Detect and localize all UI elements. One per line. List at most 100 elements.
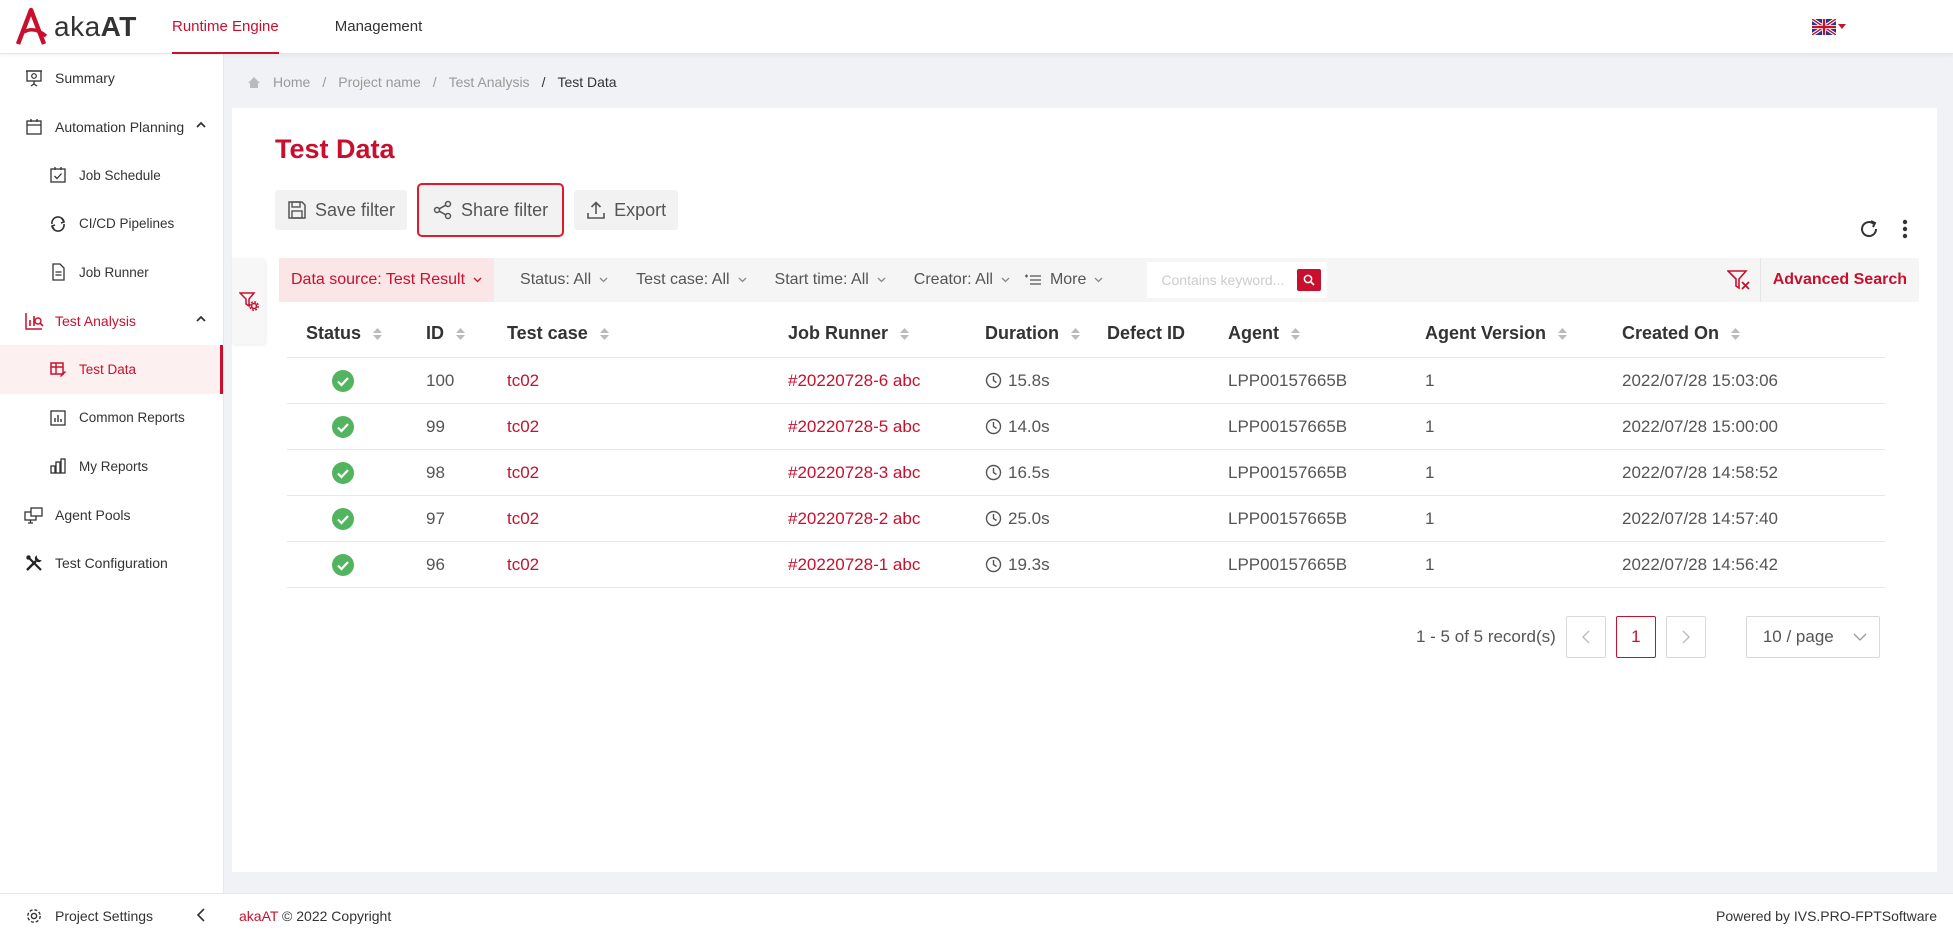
sidebar-item-cicd-pipelines[interactable]: CI/CD Pipelines	[0, 200, 223, 249]
agent-cell: LPP00157665B	[1228, 370, 1348, 390]
column-job-runner[interactable]: Job Runner	[788, 323, 985, 344]
sidebar-item-my-reports[interactable]: My Reports	[0, 442, 223, 491]
table-header: Status ID Test case Job Runner Duration …	[287, 310, 1885, 358]
sidebar-item-test-data[interactable]: Test Data	[0, 345, 223, 394]
more-filters[interactable]: More	[1024, 258, 1117, 302]
sidebar-item-label: Project Settings	[55, 907, 154, 924]
filter-actions: Advanced Search	[1719, 258, 1919, 302]
analysis-chart-icon	[23, 310, 45, 332]
language-selector[interactable]	[1812, 19, 1846, 35]
page-1-button[interactable]: 1	[1615, 616, 1656, 658]
created-on-cell: 2022/07/28 14:57:40	[1622, 508, 1778, 528]
sidebar-item-automation-planning[interactable]: Automation Planning	[0, 103, 223, 152]
advanced-search-button[interactable]: Advanced Search	[1761, 271, 1919, 289]
created-on-cell: 2022/07/28 14:58:52	[1622, 462, 1778, 482]
sidebar-item-label: CI/CD Pipelines	[79, 216, 175, 232]
record-summary: 1 - 5 of 5 record(s)	[1416, 627, 1556, 646]
sidebar-item-job-runner[interactable]: Job Runner	[0, 248, 223, 297]
sidebar-item-label: Test Configuration	[55, 555, 168, 572]
prev-page-button[interactable]	[1565, 616, 1606, 658]
test-case-link[interactable]: tc02	[507, 463, 788, 483]
table-row[interactable]: 96 tc02 #20220728-1 abc 19.3s LPP00157665B 1 2…	[287, 542, 1885, 588]
export-button[interactable]: Export	[574, 190, 679, 230]
job-runner-link[interactable]: #20220728-2 abc	[788, 509, 985, 529]
share-icon	[433, 200, 452, 220]
sidebar-item-test-configuration[interactable]: Test Configuration	[0, 539, 223, 588]
sidebar-item-common-reports[interactable]: Common Reports	[0, 394, 223, 443]
sidebar-item-summary[interactable]: Summary	[0, 54, 223, 103]
column-status[interactable]: Status	[287, 323, 416, 344]
sidebar-item-label: Automation Planning	[55, 118, 185, 135]
page-size-select[interactable]: 10 / page	[1745, 616, 1880, 658]
column-created-on[interactable]: Created On	[1622, 323, 1885, 344]
id-cell: 97	[426, 508, 445, 528]
test-case-filter[interactable]: Test case: All	[622, 258, 760, 302]
creator-filter[interactable]: Creator: All	[900, 258, 1024, 302]
test-case-link[interactable]: tc02	[507, 417, 788, 437]
more-vertical-icon[interactable]	[1902, 218, 1908, 240]
chevron-down-icon	[1001, 277, 1010, 283]
next-page-button[interactable]	[1665, 616, 1706, 658]
sort-icon	[900, 327, 910, 340]
breadcrumb: Home / Project name / Test Analysis / Te…	[247, 74, 617, 90]
search-input[interactable]: Contains keyword...	[1161, 272, 1284, 288]
collapse-sidebar-icon[interactable]	[196, 908, 206, 922]
column-test-case[interactable]: Test case	[507, 323, 788, 344]
refresh-icon[interactable]	[1858, 218, 1880, 240]
test-case-link[interactable]: tc02	[507, 371, 788, 391]
caret-down-icon	[1838, 24, 1846, 29]
duration-cell: 15.8s	[985, 371, 1107, 391]
agent-cell: LPP00157665B	[1228, 554, 1348, 574]
document-icon	[47, 261, 69, 283]
footer-brand[interactable]: akaAT	[239, 908, 278, 924]
data-source-filter[interactable]: Data source: Test Result	[279, 258, 495, 302]
column-agent-version[interactable]: Agent Version	[1425, 323, 1622, 344]
share-filter-button[interactable]: Share filter	[417, 183, 565, 237]
start-time-filter[interactable]: Start time: All	[761, 258, 900, 302]
table-row[interactable]: 97 tc02 #20220728-2 abc 25.0s LPP00157665B 1 2…	[287, 496, 1885, 542]
test-case-link[interactable]: tc02	[507, 509, 788, 529]
column-duration[interactable]: Duration	[985, 323, 1107, 344]
created-on-cell: 2022/07/28 15:00:00	[1622, 416, 1778, 436]
sort-icon	[456, 327, 465, 340]
nav-management[interactable]: Management	[335, 0, 423, 54]
sidebar-item-test-analysis[interactable]: Test Analysis	[0, 297, 223, 346]
table-row[interactable]: 100 tc02 #20220728-6 abc 15.8s LPP00157665B 1…	[287, 358, 1885, 404]
search-icon	[1304, 274, 1315, 286]
job-runner-link[interactable]: #20220728-3 abc	[788, 463, 985, 483]
column-agent[interactable]: Agent	[1228, 323, 1425, 344]
breadcrumb-project[interactable]: Project name	[338, 74, 420, 90]
keyword-search[interactable]: Contains keyword...	[1147, 262, 1328, 298]
breadcrumb-test-analysis[interactable]: Test Analysis	[449, 74, 530, 90]
sidebar-item-job-schedule[interactable]: Job Schedule	[0, 151, 223, 200]
table-body: 100 tc02 #20220728-6 abc 15.8s LPP00157665B 1…	[287, 358, 1885, 588]
status-filter-label: Status: All	[520, 271, 592, 288]
table-row[interactable]: 98 tc02 #20220728-3 abc 16.5s LPP00157665B 1 2…	[287, 450, 1885, 496]
job-runner-link[interactable]: #20220728-5 abc	[788, 417, 985, 437]
creator-filter-label: Creator: All	[913, 271, 993, 288]
duration-cell: 19.3s	[985, 555, 1107, 575]
filter-settings-toggle[interactable]	[232, 258, 265, 344]
breadcrumb-current: Test Data	[557, 74, 617, 90]
sidebar-item-project-settings[interactable]: Project Settings	[0, 893, 224, 937]
clear-filter-button[interactable]	[1719, 258, 1761, 302]
duration-value: 14.0s	[1008, 416, 1050, 436]
powered-name: IVS.PRO-FPTSoftware	[1793, 907, 1937, 924]
breadcrumb-home[interactable]: Home	[273, 74, 310, 90]
chevron-down-icon	[599, 277, 608, 283]
app-logo[interactable]: akaAT	[14, 6, 137, 48]
column-id[interactable]: ID	[416, 323, 507, 344]
chevron-down-icon	[1094, 277, 1103, 283]
test-case-link[interactable]: tc02	[507, 555, 788, 575]
job-runner-link[interactable]: #20220728-1 abc	[788, 555, 985, 575]
table-row[interactable]: 99 tc02 #20220728-5 abc 14.0s LPP00157665B 1 2…	[287, 404, 1885, 450]
save-filter-button[interactable]: Save filter	[275, 190, 408, 230]
nav-runtime-engine[interactable]: Runtime Engine	[172, 0, 279, 54]
calendar-icon	[23, 116, 45, 138]
column-defect-id: Defect ID	[1107, 323, 1186, 343]
job-runner-link[interactable]: #20220728-6 abc	[788, 371, 985, 391]
status-filter[interactable]: Status: All	[506, 258, 622, 302]
logo-text: akaAT	[54, 11, 137, 42]
search-button[interactable]	[1297, 269, 1322, 291]
sidebar-item-agent-pools[interactable]: Agent Pools	[0, 491, 223, 540]
